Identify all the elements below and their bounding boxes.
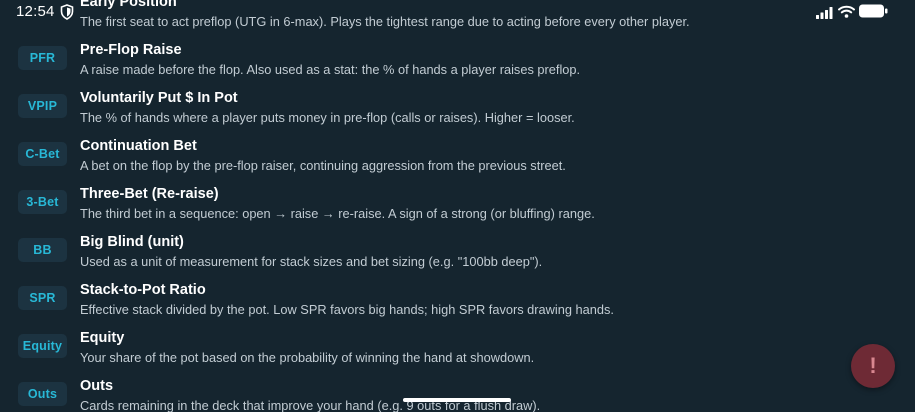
report-issue-button[interactable]: ! xyxy=(851,344,895,388)
glossary-badge: 3-Bet xyxy=(18,190,67,214)
glossary-item-c-bet[interactable]: C-Bet Continuation Bet A bet on the flop… xyxy=(0,136,915,184)
glossary-item-bb[interactable]: BB Big Blind (unit) Used as a unit of me… xyxy=(0,232,915,280)
glossary-item-pfr[interactable]: PFR Pre-Flop Raise A raise made before t… xyxy=(0,40,915,88)
app-screen: Early Position The first seat to act pre… xyxy=(0,0,915,412)
glossary-item-spr[interactable]: SPR Stack-to-Pot Ratio Effective stack d… xyxy=(0,280,915,328)
glossary-description: The third bet in a sequence: open → rais… xyxy=(80,206,595,221)
glossary-item-early-position[interactable]: Early Position The first seat to act pre… xyxy=(0,0,915,40)
glossary-badge: Outs xyxy=(18,382,67,406)
glossary-term: Stack-to-Pot Ratio xyxy=(80,282,206,298)
glossary-description: The first seat to act preflop (UTG in 6-… xyxy=(80,14,690,29)
glossary-term: Big Blind (unit) xyxy=(80,234,184,250)
glossary-term: Three-Bet (Re-raise) xyxy=(80,186,219,202)
glossary-term: Continuation Bet xyxy=(80,138,197,154)
glossary-list: Early Position The first seat to act pre… xyxy=(0,0,915,412)
glossary-description: A bet on the flop by the pre-flop raiser… xyxy=(80,158,566,173)
glossary-description: The % of hands where a player puts money… xyxy=(80,110,575,125)
glossary-description: A raise made before the flop. Also used … xyxy=(80,62,581,77)
glossary-term: Outs xyxy=(80,378,114,394)
glossary-item-vpip[interactable]: VPIP Voluntarily Put $ In Pot The % of h… xyxy=(0,88,915,136)
glossary-badge: C-Bet xyxy=(18,142,67,166)
glossary-badge: BB xyxy=(18,238,67,262)
glossary-badge: Equity xyxy=(18,334,67,358)
glossary-description: Effective stack divided by the pot. Low … xyxy=(80,302,614,317)
glossary-badge: SPR xyxy=(18,286,67,310)
glossary-badge: PFR xyxy=(18,46,67,70)
home-indicator[interactable] xyxy=(403,398,511,402)
glossary-description: Used as a unit of measurement for stack … xyxy=(80,254,543,269)
glossary-term: Equity xyxy=(80,330,125,346)
glossary-item-3-bet[interactable]: 3-Bet Three-Bet (Re-raise) The third bet… xyxy=(0,184,915,232)
glossary-item-equity[interactable]: Equity Equity Your share of the pot base… xyxy=(0,328,915,376)
glossary-description: Your share of the pot based on the proba… xyxy=(80,350,535,365)
glossary-item-outs[interactable]: Outs Outs Cards remaining in the deck th… xyxy=(0,376,915,412)
glossary-term: Early Position xyxy=(80,0,177,10)
glossary-badge: VPIP xyxy=(18,94,67,118)
glossary-term: Pre-Flop Raise xyxy=(80,42,182,58)
glossary-term: Voluntarily Put $ In Pot xyxy=(80,90,238,106)
